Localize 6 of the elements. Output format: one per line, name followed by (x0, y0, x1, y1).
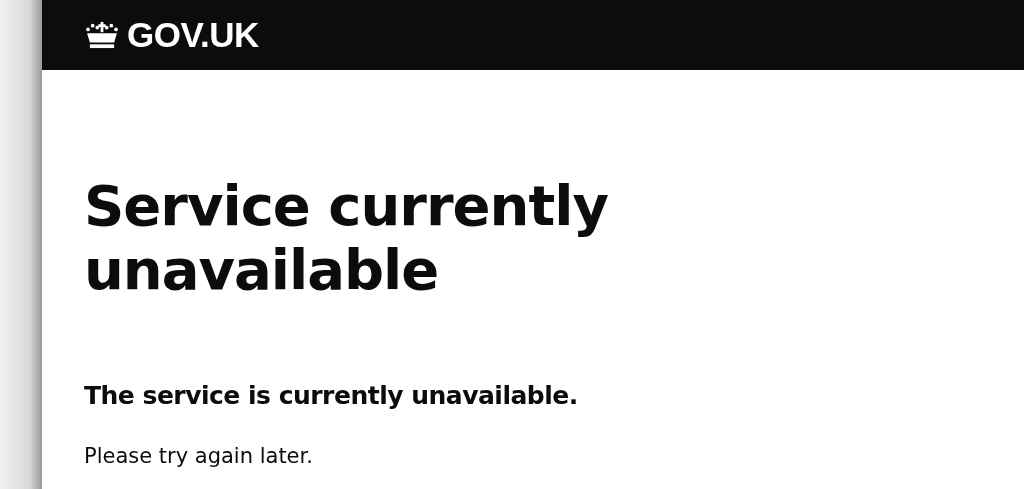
body-text: Please try again later. (84, 443, 314, 470)
page-heading: Service currently unavailable (84, 174, 609, 302)
logo-link[interactable]: GOV.UK (85, 15, 259, 55)
crown-icon (85, 21, 119, 49)
subheading: The service is currently unavailable. (84, 380, 579, 412)
logo-text: GOV.UK (127, 15, 259, 55)
